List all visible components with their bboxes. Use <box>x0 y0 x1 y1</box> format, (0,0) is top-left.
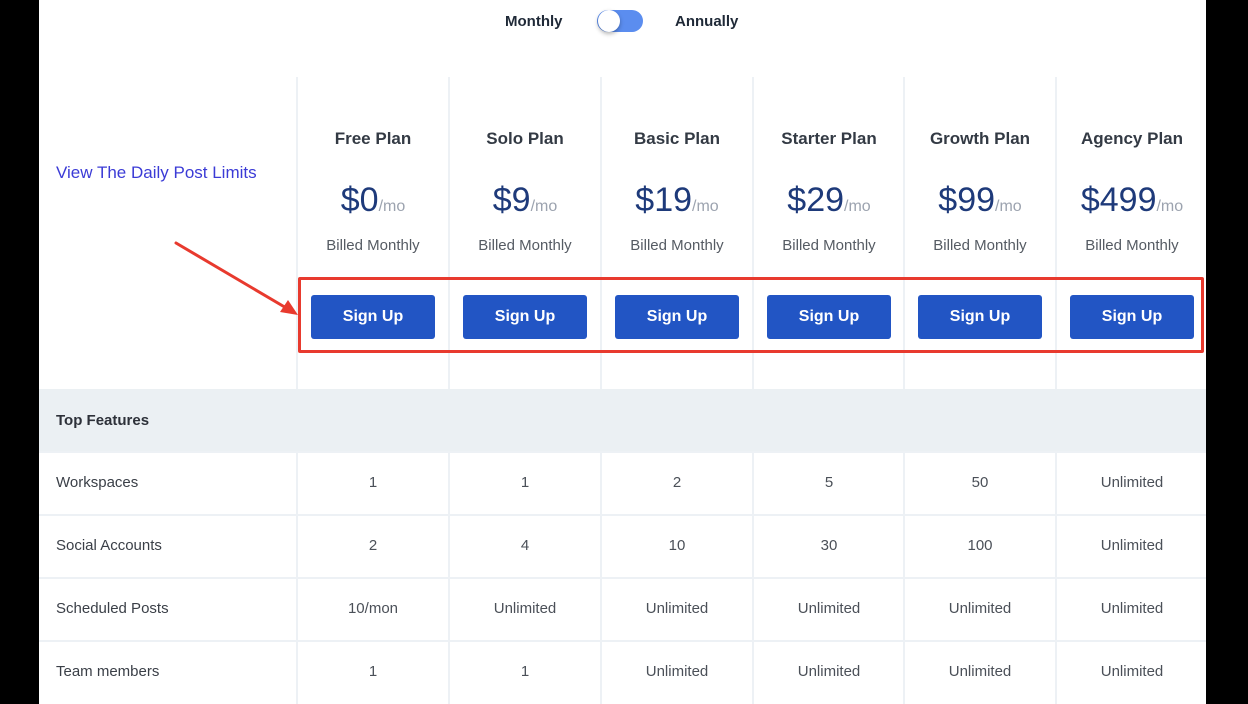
price-period: /mo <box>530 198 558 215</box>
sign-up-button-growth[interactable]: Sign Up <box>918 295 1042 339</box>
feature-value: Unlimited <box>752 642 904 704</box>
sign-up-button-basic[interactable]: Sign Up <box>615 295 739 339</box>
plan-name: Free Plan <box>334 129 412 148</box>
daily-post-limits-link[interactable]: View The Daily Post Limits <box>56 163 257 183</box>
price-period: /mo <box>1156 198 1184 215</box>
billing-note: Billed Monthly <box>1085 237 1179 254</box>
feature-value: 30 <box>752 516 904 579</box>
feature-value: Unlimited <box>903 642 1055 704</box>
feature-value: 1 <box>296 642 448 704</box>
feature-label: Social Accounts <box>56 537 162 554</box>
plan-name: Starter Plan <box>781 129 877 148</box>
plan-price: $19/mo <box>601 181 753 220</box>
monthly-label[interactable]: Monthly <box>505 13 563 30</box>
feature-value: Unlimited <box>600 579 752 642</box>
sign-up-button-starter[interactable]: Sign Up <box>767 295 891 339</box>
price-amount: $499 <box>1080 181 1157 219</box>
plan-card-starter: Starter Plan $29/mo Billed Monthly Sign … <box>753 77 905 389</box>
feature-value: 50 <box>903 453 1055 516</box>
feature-value: Unlimited <box>752 579 904 642</box>
plan-price: $0/mo <box>297 181 449 220</box>
feature-value: Unlimited <box>1055 453 1206 516</box>
plan-name: Growth Plan <box>929 129 1031 148</box>
feature-value: Unlimited <box>1055 579 1206 642</box>
feature-value: 1 <box>296 453 448 516</box>
billing-toggle-row: Monthly Annually <box>39 6 1206 34</box>
feature-value: 5 <box>752 453 904 516</box>
feature-label: Workspaces <box>56 474 139 491</box>
sign-up-button-solo[interactable]: Sign Up <box>463 295 587 339</box>
feature-label: Team members <box>56 663 160 680</box>
feature-value: Unlimited <box>448 579 600 642</box>
feature-row-team-members: Team members 1 1 Unlimited Unlimited Unl… <box>39 640 1206 704</box>
billing-period-toggle[interactable] <box>597 10 643 32</box>
price-period: /mo <box>692 198 719 215</box>
plan-card-basic: Basic Plan $19/mo Billed Monthly Sign Up <box>601 77 753 389</box>
pricing-page: Monthly Annually View The Daily Post Lim… <box>39 0 1206 704</box>
feature-row-scheduled-posts: Scheduled Posts 10/mon Unlimited Unlimit… <box>39 577 1206 642</box>
feature-value: 1 <box>448 453 600 516</box>
plan-price: $29/mo <box>753 181 905 220</box>
feature-value: 1 <box>448 642 600 704</box>
feature-value: 100 <box>903 516 1055 579</box>
plan-price: $499/mo <box>1056 181 1206 220</box>
feature-value: 10 <box>600 516 752 579</box>
price-period: /mo <box>844 198 871 215</box>
price-amount: $9 <box>492 181 531 219</box>
feature-value: 2 <box>296 516 448 579</box>
billing-note: Billed Monthly <box>782 237 876 254</box>
plan-name: Agency Plan <box>1080 129 1184 148</box>
price-period: /mo <box>378 198 406 215</box>
billing-note: Billed Monthly <box>630 237 724 254</box>
price-amount: $0 <box>340 181 379 219</box>
feature-value: Unlimited <box>1055 642 1206 704</box>
plan-price: $99/mo <box>904 181 1056 220</box>
plan-card-growth: Growth Plan $99/mo Billed Monthly Sign U… <box>904 77 1056 389</box>
price-amount: $29 <box>787 181 845 219</box>
feature-label: Scheduled Posts <box>56 600 169 617</box>
price-period: /mo <box>995 198 1022 215</box>
billing-note: Billed Monthly <box>326 237 420 254</box>
toggle-knob[interactable] <box>598 10 620 32</box>
feature-value: 2 <box>600 453 752 516</box>
annually-label[interactable]: Annually <box>675 13 738 30</box>
plan-price: $9/mo <box>449 181 601 220</box>
plan-card-free: Free Plan $0/mo Billed Monthly Sign Up <box>297 77 449 389</box>
price-amount: $99 <box>938 181 996 219</box>
section-title: Top Features <box>56 412 150 429</box>
plan-card-agency: Agency Plan $499/mo Billed Monthly Sign … <box>1056 77 1206 389</box>
plan-name: Basic Plan <box>634 129 720 148</box>
billing-note: Billed Monthly <box>933 237 1027 254</box>
features-section-header: Top Features <box>39 389 1206 451</box>
feature-value: Unlimited <box>903 579 1055 642</box>
feature-row-social-accounts: Social Accounts 2 4 10 30 100 Unlimited <box>39 514 1206 579</box>
feature-value: Unlimited <box>600 642 752 704</box>
feature-row-workspaces: Workspaces 1 1 2 5 50 Unlimited <box>39 451 1206 516</box>
plan-name: Solo Plan <box>486 129 564 148</box>
feature-value: 4 <box>448 516 600 579</box>
sign-up-button-free[interactable]: Sign Up <box>311 295 435 339</box>
sign-up-button-agency[interactable]: Sign Up <box>1070 295 1194 339</box>
price-amount: $19 <box>635 181 693 219</box>
feature-value: Unlimited <box>1055 516 1206 579</box>
plan-card-solo: Solo Plan $9/mo Billed Monthly Sign Up <box>449 77 601 389</box>
feature-value: 10/mon <box>296 579 448 642</box>
billing-note: Billed Monthly <box>478 237 572 254</box>
